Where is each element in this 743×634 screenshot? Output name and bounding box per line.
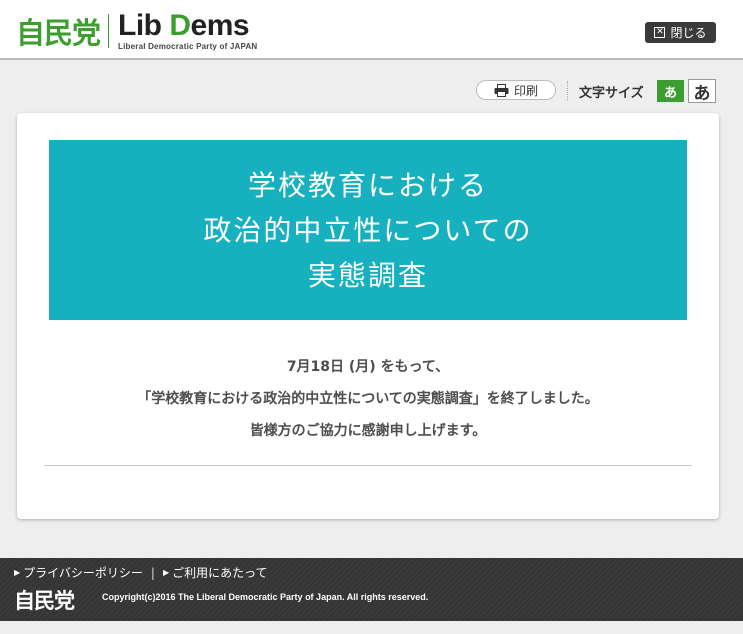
- ldp-logo[interactable]: 自民党 Lib Dems Liberal Democratic Party of…: [16, 10, 257, 52]
- logo-lib: Lib: [118, 8, 170, 42]
- printer-icon: [494, 83, 509, 97]
- message-line-1: 7月18日 (月) をもって、: [286, 359, 450, 375]
- site-footer: ▶ プライバシーポリシー | ▶ ご利用にあたって 自民党 Copyright(…: [0, 558, 743, 621]
- card-divider: [44, 465, 692, 466]
- print-button[interactable]: 印刷: [476, 80, 556, 100]
- terms-of-use-link[interactable]: ご利用にあたって: [172, 564, 267, 581]
- privacy-policy-link[interactable]: プライバシーポリシー: [23, 564, 143, 581]
- close-box-icon: ✕: [654, 27, 666, 38]
- close-button-label: 閉じる: [670, 26, 707, 40]
- print-label: 印刷: [513, 83, 538, 98]
- logo-english: Lib Dems Liberal Democratic Party of JAP…: [118, 8, 258, 51]
- logo-english-sub: Liberal Democratic Party of JAPAN: [118, 41, 258, 51]
- logo-english-main: Lib Dems: [118, 8, 257, 42]
- survey-title-banner: 学校教育における 政治的中立性についての 実態調査: [49, 140, 687, 320]
- footer-link-separator: |: [150, 565, 155, 580]
- content-card: 学校教育における 政治的中立性についての 実態調査 7月18日 (月) をもって…: [17, 113, 719, 519]
- font-size-label: 文字サイズ: [579, 86, 644, 101]
- copyright-text: Copyright(c)2016 The Liberal Democratic …: [102, 592, 429, 602]
- close-button[interactable]: ✕ 閉じる: [645, 22, 716, 43]
- banner-line-2: 政治的中立性についての: [203, 213, 533, 247]
- message-line-2: 「学校教育における政治的中立性についての実態調査」を終了しました。: [137, 391, 599, 407]
- banner-line-3: 実態調査: [307, 258, 428, 292]
- message-line-3: 皆様方のご協力に感謝申し上げます。: [249, 423, 487, 439]
- arrow-right-icon: ▶: [162, 568, 170, 577]
- font-size-large-button[interactable]: あ: [688, 79, 716, 104]
- logo-japanese: 自民党: [16, 16, 101, 50]
- tools-divider: [567, 81, 568, 101]
- closing-message: 7月18日 (月) をもって、 「学校教育における政治的中立性についての実態調査…: [17, 351, 719, 447]
- site-header: 自民党 Lib Dems Liberal Democratic Party of…: [0, 0, 743, 60]
- logo-d: D: [169, 8, 191, 42]
- logo-divider: [108, 14, 110, 48]
- footer-links: ▶ プライバシーポリシー | ▶ ご利用にあたって: [14, 564, 268, 581]
- font-size-small-button[interactable]: あ: [657, 80, 684, 102]
- arrow-right-icon: ▶: [14, 568, 21, 577]
- logo-ems: ems: [190, 8, 250, 42]
- banner-line-1: 学校教育における: [247, 168, 488, 202]
- footer-logo: 自民党: [14, 589, 75, 613]
